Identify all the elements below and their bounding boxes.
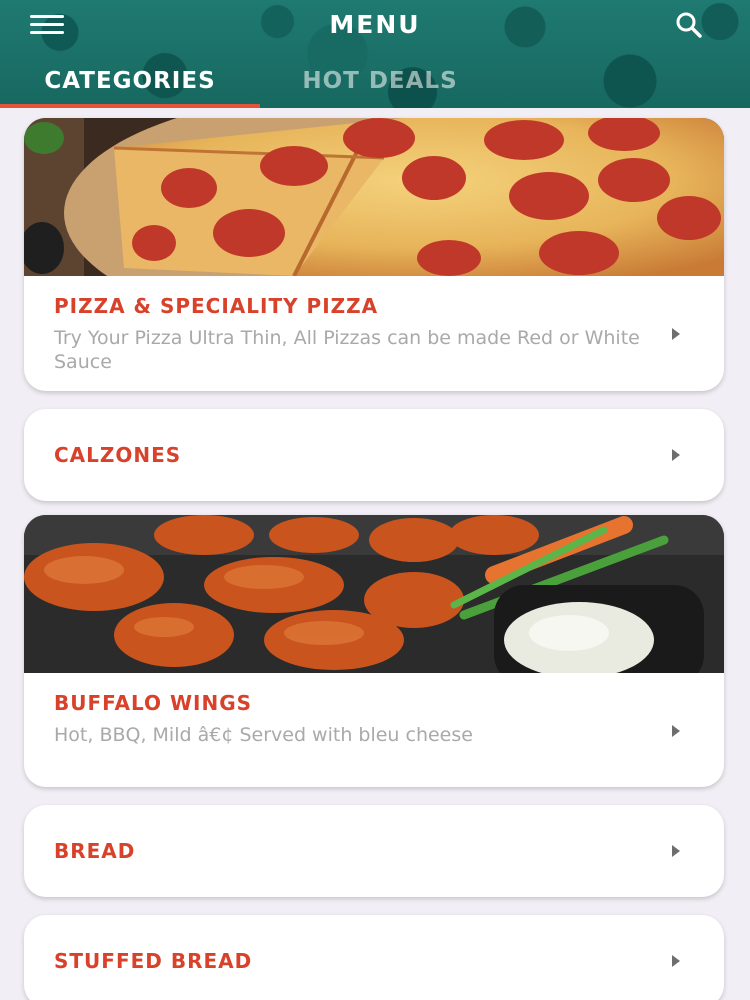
tab-bar: CATEGORIES HOT DEALS	[0, 54, 750, 108]
hamburger-menu-icon[interactable]	[30, 10, 66, 38]
category-list: PIZZA & SPECIALITY PIZZA Try Your Pizza …	[24, 118, 724, 1000]
top-bar: MENU	[0, 0, 750, 48]
category-card-bread[interactable]: BREAD	[24, 805, 724, 897]
category-title: BUFFALO WINGS	[54, 691, 253, 715]
category-title: BREAD	[54, 839, 136, 863]
card-content: PIZZA & SPECIALITY PIZZA Try Your Pizza …	[24, 276, 724, 374]
card-content: STUFFED BREAD	[24, 915, 724, 1000]
category-description: Hot, BBQ, Mild â€¢ Served with bleu chee…	[54, 724, 473, 746]
category-title: CALZONES	[54, 443, 182, 467]
pepperoni-pizza-photo	[24, 118, 724, 276]
tab-hot-deals[interactable]: HOT DEALS	[260, 54, 500, 108]
category-title: STUFFED BREAD	[54, 949, 253, 973]
category-card-pizza[interactable]: PIZZA & SPECIALITY PIZZA Try Your Pizza …	[24, 118, 724, 391]
page-title: MENU	[329, 9, 421, 39]
category-description: Try Your Pizza Ultra Thin, All Pizzas ca…	[54, 327, 640, 373]
app-header: MENU CATEGORIES HOT DEALS	[0, 0, 750, 108]
card-content: CALZONES	[24, 409, 724, 501]
chevron-right-icon	[672, 328, 680, 340]
tab-categories[interactable]: CATEGORIES	[0, 54, 260, 108]
search-icon[interactable]	[672, 10, 708, 40]
category-card-buffalo-wings[interactable]: BUFFALO WINGS Hot, BBQ, Mild â€¢ Served …	[24, 515, 724, 787]
chevron-right-icon	[672, 955, 680, 967]
card-content: BREAD	[24, 805, 724, 897]
card-content: BUFFALO WINGS Hot, BBQ, Mild â€¢ Served …	[24, 673, 724, 747]
buffalo-wings-photo	[24, 515, 724, 673]
category-title: PIZZA & SPECIALITY PIZZA	[54, 294, 379, 318]
chevron-right-icon	[672, 725, 680, 737]
category-card-calzones[interactable]: CALZONES	[24, 409, 724, 501]
chevron-right-icon	[672, 845, 680, 857]
chevron-right-icon	[672, 449, 680, 461]
category-card-stuffed-bread[interactable]: STUFFED BREAD	[24, 915, 724, 1000]
